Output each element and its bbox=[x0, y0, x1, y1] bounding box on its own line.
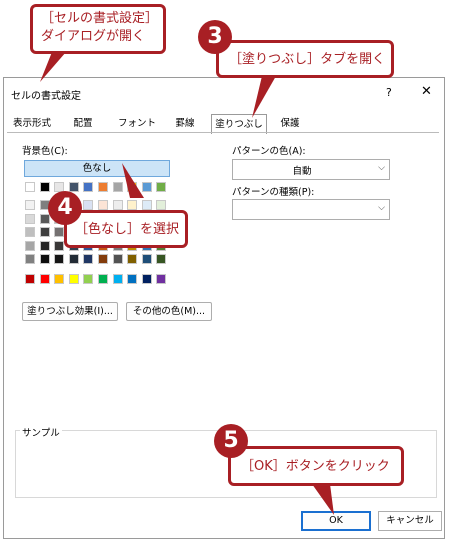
callout-3-arrow bbox=[252, 76, 276, 118]
callout-4-arrow bbox=[122, 163, 144, 198]
sample-label: サンプル bbox=[20, 425, 62, 439]
callout-select-no-color: ［色なし］を選択 bbox=[64, 210, 188, 248]
callout-1-arrow bbox=[40, 52, 66, 82]
callout-dialog-opens: ［セルの書式設定］ ダイアログが開く bbox=[30, 4, 166, 54]
callout-open-fill-tab: ［塗りつぶし］タブを開く bbox=[216, 40, 394, 78]
callout-click-ok: ［OK］ボタンをクリック bbox=[228, 446, 404, 486]
step-3-badge: 3 bbox=[198, 20, 232, 54]
step-4-badge: 4 bbox=[48, 191, 82, 225]
step-5-badge: 5 bbox=[214, 424, 248, 458]
callout-5-arrow bbox=[312, 484, 334, 515]
